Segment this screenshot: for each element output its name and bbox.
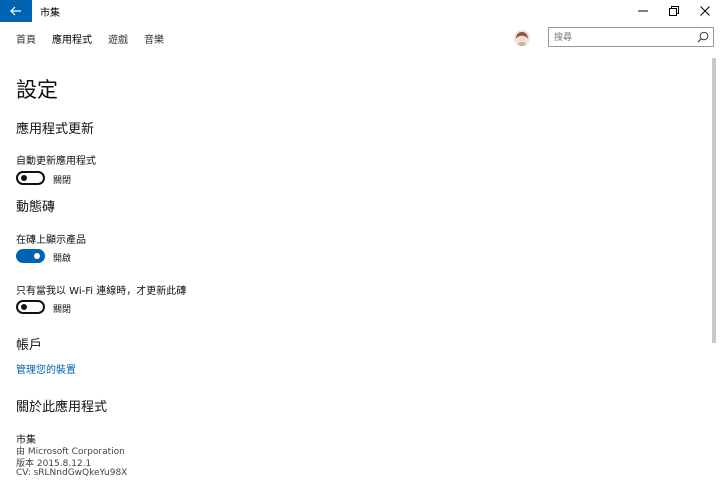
show-products-toggle[interactable] (16, 249, 45, 263)
search-input[interactable] (554, 31, 684, 44)
close-button[interactable] (689, 0, 720, 22)
search-box[interactable] (548, 27, 714, 47)
nav-item-music[interactable]: 音樂 (144, 31, 164, 46)
back-button[interactable] (0, 0, 32, 22)
avatar[interactable] (514, 30, 530, 46)
window-title: 市集 (40, 8, 60, 19)
restore-icon (668, 6, 679, 16)
restore-button[interactable] (658, 0, 689, 22)
nav-item-home[interactable]: 首頁 (16, 31, 36, 46)
close-icon (699, 6, 710, 16)
wifi-only-label: 只有當我以 Wi-Fi 連線時，才更新此磚 (16, 286, 187, 297)
section-heading-app-updates: 應用程式更新 (16, 122, 95, 137)
nav-item-games[interactable]: 遊戲 (108, 31, 128, 46)
avatar-image (514, 30, 530, 46)
scrollbar[interactable] (712, 58, 716, 343)
show-products-state: 開啟 (53, 254, 72, 264)
minimize-icon (637, 10, 648, 12)
auto-update-state: 關閉 (53, 176, 72, 186)
wifi-only-toggle[interactable] (16, 300, 45, 314)
section-heading-account: 帳戶 (16, 338, 43, 353)
show-products-label: 在磚上顯示產品 (16, 235, 86, 246)
search-icon[interactable] (697, 31, 709, 43)
minimize-button[interactable] (627, 0, 658, 22)
section-heading-about: 關於此應用程式 (16, 400, 108, 415)
nav-item-apps[interactable]: 應用程式 (52, 31, 92, 46)
back-arrow-icon (10, 6, 21, 16)
manage-devices-link[interactable]: 管理您的裝置 (16, 361, 76, 376)
title-bar: 市集 (0, 0, 720, 22)
section-heading-live-tile: 動態磚 (16, 200, 56, 215)
about-cv: CV: sRLNndGwQkeYu98X (16, 468, 128, 478)
auto-update-toggle[interactable] (16, 171, 45, 185)
page-title: 設定 (16, 78, 58, 102)
auto-update-label: 自動更新應用程式 (16, 156, 96, 167)
wifi-only-state: 關閉 (53, 305, 72, 315)
